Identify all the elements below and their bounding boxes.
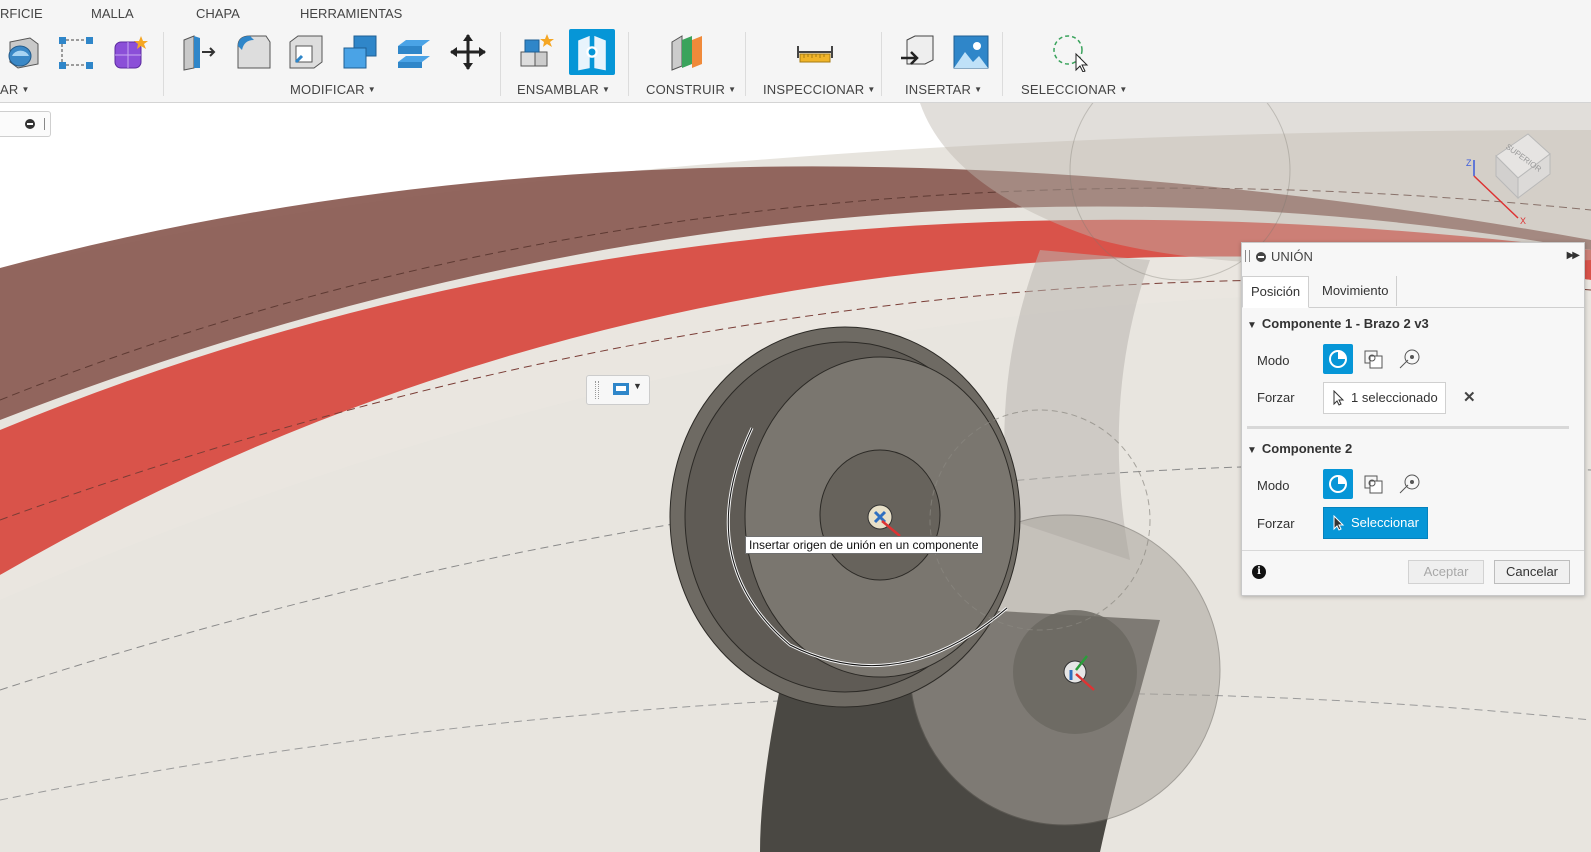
chevron-down-icon: ▼: [633, 381, 642, 391]
view-cube[interactable]: SUPERIOR Z X: [1462, 120, 1562, 230]
create-menu[interactable]: AR ▼: [0, 82, 30, 97]
toolbar-separator: [628, 32, 629, 96]
select-label: SELECCIONAR: [1021, 82, 1117, 97]
toolbar-separator: [881, 32, 882, 96]
offset-face-icon[interactable]: [394, 32, 434, 72]
info-icon[interactable]: i: [1252, 565, 1266, 579]
toolbar: AR ▼ MODIFICAR ▼ ENSAMBLAR ▼ CONSTRUIR ▼ INS…: [0, 26, 1591, 103]
simple-mode-icon: [1329, 350, 1347, 368]
move-icon[interactable]: [448, 32, 488, 72]
between-faces-icon: [1364, 475, 1383, 494]
between-faces-icon: [1364, 350, 1383, 369]
simple-mode-button[interactable]: [1323, 344, 1353, 374]
collapse-triangle-icon: ▼: [1247, 320, 1257, 331]
insert-menu[interactable]: INSERTAR ▼: [905, 82, 982, 97]
construct-label: CONSTRUIR: [646, 82, 726, 97]
edge-intersection-icon: [1399, 349, 1420, 369]
workspace-tabs: RFICIE MALLA CHAPA HERRAMIENTAS: [0, 0, 1591, 26]
component1-title: Componente 1 - Brazo 2 v3: [1261, 316, 1429, 331]
collapse-icon[interactable]: [1256, 252, 1266, 262]
tab-herramientas[interactable]: HERRAMIENTAS: [300, 6, 402, 21]
tab-position[interactable]: Posición: [1242, 276, 1310, 308]
revolve-icon[interactable]: [2, 32, 42, 72]
browser-collapse-chip[interactable]: [0, 111, 51, 137]
modify-label: MODIFICAR: [290, 82, 365, 97]
combine-icon[interactable]: [340, 32, 380, 72]
between-two-faces-button[interactable]: [1359, 469, 1389, 499]
new-component-icon[interactable]: [517, 32, 557, 72]
toolbar-separator: [500, 32, 501, 96]
minus-icon: [25, 119, 35, 129]
modify-menu[interactable]: MODIFICAR ▼: [290, 82, 376, 97]
component1-section[interactable]: ▼ Componente 1 - Brazo 2 v3: [1247, 316, 1429, 331]
assemble-label: ENSAMBLAR: [517, 82, 599, 97]
simple-mode-button[interactable]: [1323, 469, 1353, 499]
insert-derive-icon[interactable]: [897, 32, 937, 72]
edge-intersection-icon: [1399, 474, 1420, 494]
joint-dialog: UNIÓN ▶▶ Posición Movimiento ▼ Componente…: [1241, 242, 1585, 596]
tab-motion[interactable]: Movimiento: [1314, 276, 1398, 306]
grip-icon: [44, 118, 45, 130]
construct-menu[interactable]: CONSTRUIR ▼: [646, 82, 736, 97]
simple-mode-icon: [1329, 475, 1347, 493]
selection-count: 1 seleccionado: [1351, 390, 1438, 405]
tab-chapa[interactable]: CHAPA: [196, 6, 240, 21]
snap-label: Forzar: [1257, 390, 1295, 405]
joint-icon[interactable]: [569, 29, 615, 75]
snap-label: Forzar: [1257, 516, 1295, 531]
clear-selection-icon[interactable]: ✕: [1463, 388, 1476, 406]
ok-button[interactable]: Aceptar: [1408, 560, 1484, 584]
select-window-icon[interactable]: [1050, 32, 1090, 72]
collapse-triangle-icon: ▼: [1247, 445, 1257, 456]
two-edge-intersection-button[interactable]: [1395, 344, 1425, 374]
svg-text:Z: Z: [1466, 158, 1472, 168]
tab-superficie[interactable]: RFICIE: [0, 6, 43, 21]
component1-snap-selection[interactable]: 1 seleccionado: [1323, 382, 1446, 414]
mode-label: Modo: [1257, 353, 1290, 368]
drag-handle-icon[interactable]: [1245, 250, 1250, 262]
between-two-faces-button[interactable]: [1359, 344, 1389, 374]
mode-label: Modo: [1257, 478, 1290, 493]
display-settings-button[interactable]: ▼: [586, 375, 650, 405]
create-label: AR: [0, 82, 19, 97]
drag-handle-icon[interactable]: [595, 381, 599, 399]
component2-section[interactable]: ▼ Componente 2: [1247, 441, 1352, 456]
form-icon[interactable]: [110, 32, 150, 72]
select-prompt: Seleccionar: [1351, 515, 1419, 530]
component2-title: Componente 2: [1261, 441, 1353, 456]
pointer-icon: [1333, 390, 1345, 406]
offset-plane-icon[interactable]: [668, 32, 708, 72]
shell-icon[interactable]: [286, 32, 326, 72]
inspect-label: INSPECCIONAR: [763, 82, 865, 97]
dialog-footer: i Aceptar Cancelar: [1242, 550, 1584, 596]
fillet-icon[interactable]: [232, 32, 272, 72]
svg-text:X: X: [1520, 216, 1526, 226]
measure-icon[interactable]: [795, 32, 835, 72]
cancel-button[interactable]: Cancelar: [1494, 560, 1570, 584]
press-pull-icon[interactable]: [178, 32, 218, 72]
two-edge-intersection-button[interactable]: [1395, 469, 1425, 499]
pattern-icon[interactable]: [56, 32, 96, 72]
display-icon: [613, 383, 629, 395]
dialog-title: UNIÓN: [1271, 249, 1313, 264]
tab-malla[interactable]: MALLA: [91, 6, 134, 21]
assemble-menu[interactable]: ENSAMBLAR ▼: [517, 82, 610, 97]
toolbar-separator: [745, 32, 746, 96]
toolbar-separator: [163, 32, 164, 96]
toolbar-separator: [1002, 32, 1003, 96]
insert-label: INSERTAR: [905, 82, 972, 97]
expand-icon[interactable]: ▶▶: [1567, 250, 1580, 261]
component2-snap-select-button[interactable]: Seleccionar: [1323, 507, 1428, 539]
inspect-menu[interactable]: INSPECCIONAR ▼: [763, 82, 876, 97]
dialog-tabs: Posición Movimiento: [1242, 276, 1584, 308]
joint-origin-tooltip: Insertar origen de unión en un component…: [745, 536, 983, 554]
dialog-header[interactable]: UNIÓN ▶▶: [1242, 243, 1584, 270]
pointer-icon: [1333, 515, 1345, 531]
section-divider: [1247, 426, 1569, 429]
canvas-image-icon[interactable]: [951, 32, 991, 72]
select-menu[interactable]: SELECCIONAR ▼: [1021, 82, 1128, 97]
